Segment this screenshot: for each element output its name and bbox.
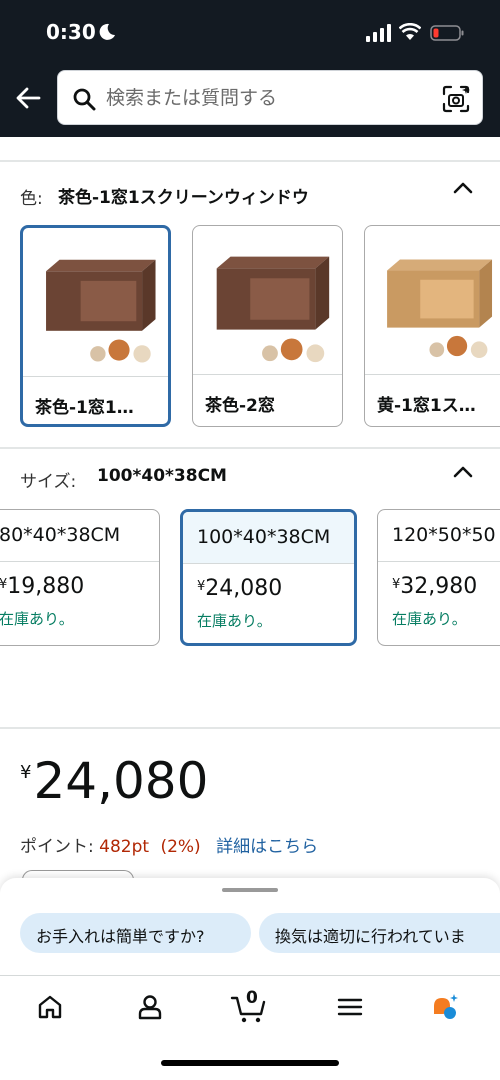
signal-icon: [366, 24, 391, 42]
size-option-name: 80*40*38CM: [0, 510, 159, 562]
color-option-label: 茶色-1窓1…: [23, 376, 168, 424]
chevron-up-icon[interactable]: [452, 464, 474, 480]
size-option-name: 120*50*50: [378, 510, 500, 562]
color-option-brown-1-window[interactable]: 茶色-1窓1…: [20, 225, 171, 427]
hamster-cage-image: [216, 256, 330, 363]
home-indicator: [161, 1060, 339, 1066]
size-option-name: 100*40*38CM: [183, 512, 354, 564]
cart-count: 0: [246, 988, 258, 1008]
color-option-brown-2-window[interactable]: 茶色-2窓: [192, 225, 343, 427]
size-option-120[interactable]: 120*50*50 ¥32,980 在庫あり。: [377, 509, 500, 646]
cart-button[interactable]: 0: [229, 986, 269, 1026]
rufus-icon[interactable]: [430, 992, 460, 1022]
search-input[interactable]: [106, 81, 426, 115]
size-option-stock: 在庫あり。: [0, 610, 74, 628]
color-value: 茶色-1窓1スクリーンウィンドウ: [58, 188, 309, 208]
chevron-up-icon[interactable]: [452, 180, 474, 196]
divider: [0, 447, 500, 449]
menu-icon[interactable]: [335, 992, 365, 1022]
back-arrow-icon[interactable]: [14, 84, 42, 112]
hamster-cage-image: [387, 259, 493, 358]
size-option-price: ¥32,980: [392, 574, 478, 599]
size-option-stock: 在庫あり。: [392, 610, 467, 628]
points-value: 482pt: [99, 837, 150, 857]
divider: [0, 160, 500, 162]
suggestion-chip[interactable]: 換気は適切に行われていま: [259, 913, 500, 953]
divider: [0, 727, 500, 729]
points-percent: (2%): [160, 837, 201, 857]
product-price: ¥24,080: [20, 752, 209, 810]
search-bar[interactable]: [57, 70, 483, 125]
size-option-100[interactable]: 100*40*38CM ¥24,080 在庫あり。: [180, 509, 357, 646]
battery-icon: [430, 25, 464, 41]
home-icon[interactable]: [35, 992, 65, 1022]
wifi-icon: [399, 23, 421, 40]
color-label: 色:: [20, 189, 43, 209]
points-row: ポイント: 482pt (2%) 詳細はこちら: [20, 832, 318, 857]
size-option-80[interactable]: 80*40*38CM ¥19,880 在庫あり。: [0, 509, 160, 646]
size-label: サイズ:: [20, 472, 77, 492]
suggestion-chip[interactable]: お手入れは簡単ですか?: [20, 913, 251, 953]
size-option-price: ¥24,080: [197, 576, 283, 601]
hamster-cage-image: [46, 259, 156, 363]
size-value: 100*40*38CM: [97, 466, 227, 486]
sheet-drag-handle[interactable]: [222, 888, 278, 892]
size-option-price: ¥19,880: [0, 574, 85, 599]
camera-search-icon[interactable]: [441, 84, 471, 114]
top-bar: 0:30: [0, 0, 500, 137]
size-option-stock: 在庫あり。: [197, 612, 272, 630]
search-icon[interactable]: [72, 87, 96, 111]
account-icon[interactable]: [135, 992, 165, 1022]
color-option-yellow[interactable]: 黄-1窓1ス…: [364, 225, 500, 427]
ask-bottom-sheet[interactable]: お手入れは簡単ですか? 換気は適切に行われていま 0: [0, 878, 500, 1080]
points-label: ポイント:: [20, 837, 94, 857]
color-option-label: 黄-1窓1ス…: [365, 374, 500, 426]
color-option-label: 茶色-2窓: [193, 374, 342, 426]
points-details-link[interactable]: 詳細はこちら: [216, 837, 318, 857]
status-time: 0:30: [46, 20, 96, 44]
bottom-nav: 0: [0, 975, 500, 1080]
moon-icon: [99, 23, 115, 40]
